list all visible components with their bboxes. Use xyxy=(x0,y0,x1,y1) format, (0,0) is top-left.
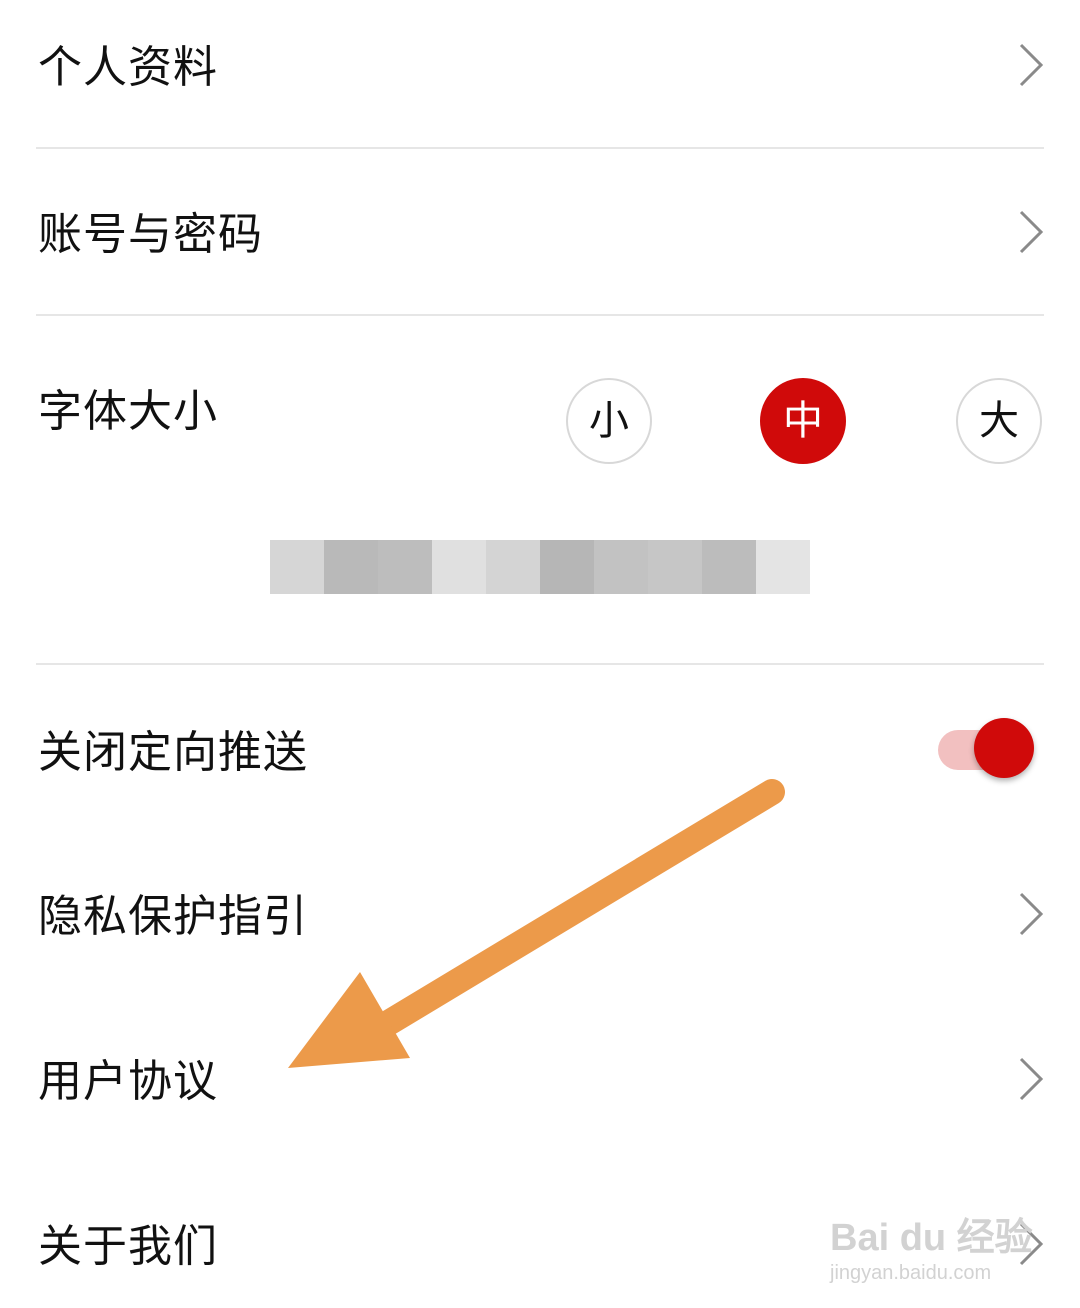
baidu-jingyan-watermark: Bai du 经验 jingyan.baidu.com xyxy=(830,1217,1033,1288)
chevron-right-icon xyxy=(1019,43,1044,87)
settings-item-font-size: 字体大小 xyxy=(0,316,1080,664)
settings-page: 个人资料 账号与密码 字体大小 小 中 大 关闭定向推送 隐私保护指引 用户协议… xyxy=(0,0,1080,1308)
settings-item-privacy-guide[interactable]: 隐私保护指引 xyxy=(0,833,1080,999)
font-size-large-button[interactable]: 大 xyxy=(956,378,1042,464)
targeted-push-toggle[interactable] xyxy=(936,718,1036,782)
settings-item-label: 个人资料 xyxy=(38,42,218,93)
settings-item-label: 关闭定向推送 xyxy=(38,727,308,778)
settings-item-label: 隐私保护指引 xyxy=(38,891,308,942)
settings-item-label: 关于我们 xyxy=(38,1221,218,1272)
font-size-small-button[interactable]: 小 xyxy=(566,378,652,464)
settings-item-profile[interactable]: 个人资料 xyxy=(0,0,1080,148)
settings-item-label: 账号与密码 xyxy=(38,209,263,260)
settings-item-account-password[interactable]: 账号与密码 xyxy=(0,149,1080,315)
settings-item-label: 字体大小 xyxy=(38,386,218,437)
watermark-brand: Bai du 经验 xyxy=(830,1217,1033,1259)
toggle-knob xyxy=(974,718,1034,778)
font-size-medium-button[interactable]: 中 xyxy=(760,378,846,464)
chevron-right-icon xyxy=(1019,210,1044,254)
pixelated-preview xyxy=(270,540,810,594)
settings-item-user-agreement[interactable]: 用户协议 xyxy=(0,999,1080,1165)
settings-item-label: 用户协议 xyxy=(38,1056,218,1107)
chevron-right-icon xyxy=(1019,1057,1044,1101)
chevron-right-icon xyxy=(1019,892,1044,936)
settings-item-targeted-push: 关闭定向推送 xyxy=(0,665,1080,833)
watermark-url: jingyan.baidu.com xyxy=(830,1262,992,1284)
